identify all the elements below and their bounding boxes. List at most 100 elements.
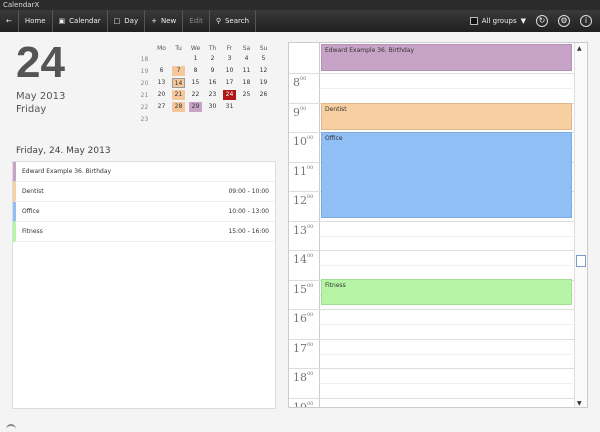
mini-calendar-day[interactable]: 28 <box>170 101 187 113</box>
mini-calendar-day[interactable]: 8 <box>187 65 204 77</box>
weekday-header: Mo <box>157 44 166 52</box>
mini-calendar-day <box>255 101 272 113</box>
agenda-item-title: Office <box>22 208 40 215</box>
agenda-item-time: 15:00 - 16:00 <box>228 228 269 235</box>
mini-calendar-day[interactable]: 17 <box>221 77 238 89</box>
mini-calendar-day[interactable]: 19 <box>255 77 272 89</box>
hour-label: 800 <box>293 76 307 89</box>
mini-calendar-day <box>170 53 187 65</box>
mini-calendar-day[interactable]: 15 <box>187 77 204 89</box>
new-button[interactable]: + New <box>145 10 184 32</box>
back-button[interactable]: ← <box>0 10 19 32</box>
mini-calendar-day[interactable]: 10 <box>221 65 238 77</box>
hour-slot[interactable]: 1900 <box>289 397 575 407</box>
mini-calendar-day[interactable]: 21 <box>170 89 187 101</box>
mini-calendar-day[interactable]: 6 <box>153 65 170 77</box>
weekday-header: Fr <box>226 44 233 52</box>
mini-calendar-day[interactable]: 27 <box>153 101 170 113</box>
hour-slot[interactable]: 1800 <box>289 368 575 398</box>
weekday-header: Th <box>208 44 217 52</box>
all-groups-dropdown[interactable]: All groups ▼ <box>469 17 526 25</box>
hour-label: 1700 <box>293 341 314 355</box>
mini-calendar-day <box>187 113 204 125</box>
mini-calendar-day <box>238 101 255 113</box>
mini-calendar-day[interactable]: 29 <box>187 101 204 113</box>
chevron-down-icon: ▼ <box>520 17 526 25</box>
scroll-up-icon[interactable]: ▲ <box>577 45 582 52</box>
mini-calendar-day <box>153 113 170 125</box>
weekday-header: Sa <box>242 44 251 52</box>
week-number: 23 <box>140 115 149 123</box>
mini-calendar-day[interactable]: 24 <box>221 89 238 101</box>
edit-button[interactable]: Edit <box>183 10 210 32</box>
mini-calendar-day[interactable]: 5 <box>255 53 272 65</box>
agenda-title: Friday, 24. May 2013 <box>16 146 111 156</box>
mini-calendar-day <box>170 113 187 125</box>
edit-label: Edit <box>189 17 203 25</box>
mini-calendar-day <box>238 113 255 125</box>
day-view-scrollbar[interactable]: ▲ ▼ <box>574 43 587 407</box>
hour-slot[interactable]: 1600 <box>289 309 575 339</box>
mini-calendar-day[interactable]: 12 <box>255 65 272 77</box>
groups-checkbox[interactable] <box>469 17 478 25</box>
mini-calendar-day[interactable]: 18 <box>238 77 255 89</box>
agenda-item[interactable]: Edward Example 36. Birthday <box>13 162 275 182</box>
gear-icon[interactable]: ⚙ <box>558 15 570 27</box>
mini-calendar-day[interactable]: 26 <box>255 89 272 101</box>
mini-calendar-day[interactable]: 31 <box>221 101 238 113</box>
agenda-item[interactable]: Fitness 15:00 - 16:00 <box>13 222 275 242</box>
mini-calendar-day[interactable]: 11 <box>238 65 255 77</box>
mini-calendar-day[interactable]: 2 <box>204 53 221 65</box>
hour-label: 1800 <box>293 371 314 384</box>
mini-calendar-day <box>221 113 238 125</box>
agenda-item[interactable]: Dentist 09:00 - 10:00 <box>13 182 275 202</box>
hour-label: 1300 <box>293 223 314 237</box>
mini-calendar-day[interactable]: 30 <box>204 101 221 113</box>
day-view-event[interactable]: Dentist <box>321 103 572 130</box>
mini-calendar-day[interactable]: 20 <box>153 89 170 101</box>
mini-calendar-day[interactable]: 23 <box>204 89 221 101</box>
day-view-event[interactable]: Edward Example 36. Birthday <box>321 44 572 71</box>
new-label: New <box>160 17 177 25</box>
weekday-header: We <box>190 44 201 52</box>
mini-calendar-day[interactable]: 25 <box>238 89 255 101</box>
mini-calendar-day[interactable]: 14 <box>170 77 187 89</box>
hour-label: 1400 <box>293 253 314 266</box>
hour-label: 1600 <box>293 312 314 325</box>
scroll-down-icon[interactable]: ▼ <box>577 400 582 407</box>
agenda-item[interactable]: Office 10:00 - 13:00 <box>13 202 275 222</box>
mini-calendar-day[interactable]: 9 <box>204 65 221 77</box>
hour-label: 1000 <box>293 135 314 148</box>
day-button[interactable]: □ Day <box>108 10 146 32</box>
hour-slot[interactable]: 800 <box>289 73 575 103</box>
search-icon: ⚲ <box>215 17 221 25</box>
mini-calendar-day[interactable]: 16 <box>204 77 221 89</box>
mini-calendar-day[interactable]: 3 <box>221 53 238 65</box>
mini-calendar-day[interactable]: 1 <box>187 53 204 65</box>
scroll-thumb[interactable] <box>576 255 586 267</box>
selected-month-year: May 2013 <box>16 91 66 102</box>
mini-calendar-day[interactable]: 22 <box>187 89 204 101</box>
week-number: 22 <box>140 103 149 111</box>
mini-calendar-day[interactable]: 13 <box>153 77 170 89</box>
sync-icon[interactable]: ↻ <box>536 15 548 27</box>
hour-slot[interactable]: 1700 <box>289 338 575 369</box>
calendar-button[interactable]: ▣ Calendar <box>53 10 108 32</box>
day-view-event[interactable]: Office <box>321 132 572 218</box>
hour-slot[interactable]: 1300 <box>289 220 575 251</box>
hour-label: 1200 <box>293 194 314 207</box>
info-icon[interactable]: i <box>580 15 592 27</box>
hour-slot[interactable]: 1400 <box>289 250 575 280</box>
day-label: Day <box>124 17 139 25</box>
calendar-label: Calendar <box>69 17 101 25</box>
day-view-event[interactable]: Fitness <box>321 279 572 305</box>
search-button[interactable]: ⚲ Search <box>210 10 257 32</box>
hour-label: 900 <box>293 105 307 119</box>
home-button[interactable]: Home <box>19 10 53 32</box>
groups-label: All groups <box>481 17 517 25</box>
day-icon: □ <box>113 17 121 25</box>
mini-calendar-day[interactable]: 4 <box>238 53 255 65</box>
agenda-item-title: Edward Example 36. Birthday <box>22 168 112 175</box>
mini-calendar-day[interactable]: 7 <box>170 65 187 77</box>
back-arrow-icon: ← <box>6 17 12 25</box>
